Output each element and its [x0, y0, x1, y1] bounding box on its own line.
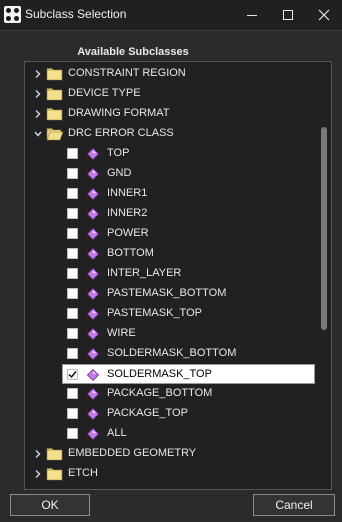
subclass-label: PASTEMASK_TOP — [107, 307, 202, 319]
subclass-row[interactable]: TOP — [25, 144, 315, 164]
subclass-diamond-icon — [86, 207, 100, 221]
chevron-right-icon[interactable] — [33, 469, 43, 479]
tree-category-row[interactable]: DEVICE TYPE — [25, 84, 315, 104]
subclass-label: GND — [107, 167, 132, 179]
folder-open-icon — [46, 127, 64, 141]
subclass-diamond-icon — [86, 267, 100, 281]
subclass-row[interactable]: BOTTOM — [25, 244, 315, 264]
tree-category-row[interactable]: ETCH — [25, 464, 315, 484]
minimize-icon — [247, 15, 257, 16]
checkbox[interactable] — [67, 388, 78, 399]
subclass-row[interactable]: PASTEMASK_TOP — [25, 304, 315, 324]
tree-category-label: ETCH — [68, 467, 98, 479]
checkbox-checked[interactable] — [67, 369, 78, 380]
available-subclasses-label: Available Subclasses — [77, 46, 189, 58]
checkbox[interactable] — [67, 288, 78, 299]
subclass-diamond-icon — [86, 427, 100, 441]
subclass-row[interactable]: INNER1 — [25, 184, 315, 204]
cancel-button[interactable]: Cancel — [253, 494, 335, 516]
tree-category-row[interactable]: DRAWING FORMAT — [25, 104, 315, 124]
checkbox[interactable] — [67, 208, 78, 219]
checkbox[interactable] — [67, 228, 78, 239]
subclass-diamond-icon — [86, 307, 100, 321]
subclass-row[interactable]: SOLDERMASK_BOTTOM — [25, 344, 315, 364]
subclass-row[interactable]: POWER — [25, 224, 315, 244]
checkbox[interactable] — [67, 328, 78, 339]
checkbox[interactable] — [67, 168, 78, 179]
vertical-scrollbar[interactable] — [320, 64, 327, 486]
subclass-diamond-icon — [86, 368, 100, 382]
chevron-right-icon[interactable] — [33, 449, 43, 459]
subclass-diamond-icon — [86, 327, 100, 341]
checkbox[interactable] — [67, 308, 78, 319]
tree-category-row[interactable]: EMBEDDED GEOMETRY — [25, 444, 315, 464]
subclass-row[interactable]: INNER2 — [25, 204, 315, 224]
checkbox[interactable] — [67, 428, 78, 439]
subclass-label: SOLDERMASK_TOP — [107, 368, 212, 380]
subclass-label: WIRE — [107, 327, 136, 339]
subclass-label: POWER — [107, 227, 149, 239]
subclass-label: INNER2 — [107, 207, 148, 219]
subclass-diamond-icon — [86, 187, 100, 201]
folder-icon — [46, 87, 64, 101]
app-icon — [4, 6, 21, 23]
subclass-diamond-icon — [86, 247, 100, 261]
tree-category-label: DEVICE TYPE — [68, 87, 141, 99]
subclass-row[interactable]: PASTEMASK_BOTTOM — [25, 284, 315, 304]
folder-icon — [46, 447, 64, 461]
tree-category-label: DRC ERROR CLASS — [68, 127, 174, 139]
tree-category-label: DRAWING FORMAT — [68, 107, 170, 119]
subclass-label: ALL — [107, 427, 127, 439]
subclass-diamond-icon — [86, 347, 100, 361]
subclass-label: SOLDERMASK_BOTTOM — [107, 347, 237, 359]
title-bar[interactable]: Subclass Selection — [0, 0, 342, 31]
checkbox[interactable] — [67, 268, 78, 279]
subclass-row[interactable]: ALL — [25, 424, 315, 444]
checkbox[interactable] — [67, 248, 78, 259]
subclass-label: PACKAGE_BOTTOM — [107, 387, 213, 399]
subclass-label: TOP — [107, 147, 130, 159]
subclass-label: INNER1 — [107, 187, 148, 199]
close-icon — [318, 9, 330, 21]
subclass-row[interactable]: WIRE — [25, 324, 315, 344]
minimize-button[interactable] — [234, 0, 270, 30]
subclass-row[interactable]: PACKAGE_TOP — [25, 404, 315, 424]
tree-category-row[interactable]: DRC ERROR CLASS — [25, 124, 315, 144]
subclass-diamond-icon — [86, 287, 100, 301]
subclass-diamond-icon — [86, 407, 100, 421]
folder-icon — [46, 67, 64, 81]
window-title: Subclass Selection — [25, 7, 127, 21]
subclass-row[interactable]: INTER_LAYER — [25, 264, 315, 284]
ok-button[interactable]: OK — [10, 494, 90, 516]
subclass-row[interactable]: SOLDERMASK_TOP — [62, 364, 315, 384]
subclass-row[interactable]: PACKAGE_BOTTOM — [25, 384, 315, 404]
subclass-diamond-icon — [86, 387, 100, 401]
tree-category-label: CONSTRAINT REGION — [68, 67, 186, 79]
folder-icon — [46, 107, 64, 121]
subclass-diamond-icon — [86, 147, 100, 161]
chevron-right-icon[interactable] — [33, 109, 43, 119]
subclass-diamond-icon — [86, 227, 100, 241]
maximize-button[interactable] — [270, 0, 306, 30]
checkbox[interactable] — [67, 408, 78, 419]
subclass-label: PACKAGE_TOP — [107, 407, 188, 419]
chevron-right-icon[interactable] — [33, 69, 43, 79]
scroll-thumb[interactable] — [321, 127, 327, 330]
subclass-label: PASTEMASK_BOTTOM — [107, 287, 227, 299]
chevron-down-icon[interactable] — [33, 129, 43, 139]
folder-icon — [46, 467, 64, 481]
subclass-label: BOTTOM — [107, 247, 154, 259]
checkbox[interactable] — [67, 148, 78, 159]
tree-category-label: EMBEDDED GEOMETRY — [68, 447, 197, 459]
checkbox[interactable] — [67, 188, 78, 199]
checkbox[interactable] — [67, 348, 78, 359]
subclass-label: INTER_LAYER — [107, 267, 182, 279]
subclass-row[interactable]: GND — [25, 164, 315, 184]
subclass-diamond-icon — [86, 167, 100, 181]
maximize-icon — [283, 10, 293, 20]
chevron-right-icon[interactable] — [33, 89, 43, 99]
subclass-tree[interactable]: CONSTRAINT REGION DEVICE TYPE DRAWING FORM… — [24, 61, 332, 490]
close-button[interactable] — [306, 0, 342, 30]
tree-category-row[interactable]: CONSTRAINT REGION — [25, 64, 315, 84]
